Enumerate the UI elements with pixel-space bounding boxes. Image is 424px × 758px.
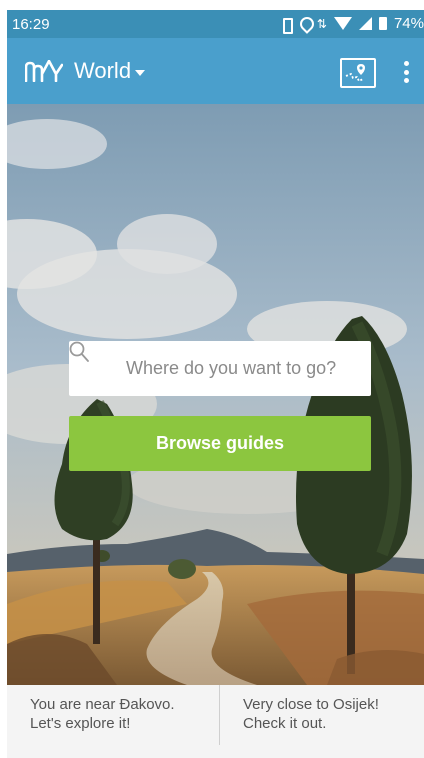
battery-percent: 74% bbox=[393, 15, 424, 32]
search-icon bbox=[69, 341, 89, 362]
suggestion-line2: Let's explore it! bbox=[30, 715, 131, 732]
signal-icon bbox=[358, 17, 372, 30]
app-screen: 16:29 ⇅ 74% World Where do you want to g… bbox=[7, 10, 424, 758]
search-placeholder: Where do you want to go? bbox=[126, 358, 337, 378]
app-bar: World bbox=[7, 38, 424, 104]
nearby-suggestion-dakovo[interactable]: You are near Đakovo. Let's explore it! bbox=[30, 695, 210, 733]
battery-icon bbox=[378, 17, 387, 30]
search-box[interactable]: Where do you want to go? bbox=[69, 341, 371, 396]
suggestion-line2: Check it out. bbox=[243, 715, 327, 732]
nearby-suggestion-osijek[interactable]: Very close to Osijek! Check it out. bbox=[243, 695, 421, 733]
app-title: World bbox=[74, 58, 132, 83]
location-selector[interactable]: World bbox=[74, 58, 146, 84]
vibrate-icon bbox=[279, 17, 293, 34]
map-icon bbox=[345, 64, 365, 83]
hero-landscape-image: Where do you want to go? Browse guides bbox=[7, 104, 424, 685]
divider bbox=[219, 685, 220, 745]
status-time: 16:29 bbox=[12, 16, 50, 33]
location-icon bbox=[300, 17, 310, 31]
browse-guides-button[interactable]: Browse guides bbox=[69, 416, 371, 471]
nearby-suggestions: You are near Đakovo. Let's explore it! V… bbox=[7, 685, 424, 758]
map-button[interactable] bbox=[340, 58, 376, 88]
chevron-down-icon bbox=[135, 70, 146, 76]
wifi-icon bbox=[333, 17, 352, 30]
suggestion-line1: Very close to Osijek! bbox=[243, 696, 379, 713]
data-arrows-icon: ⇅ bbox=[316, 16, 327, 31]
status-icons: ⇅ 74% bbox=[279, 15, 424, 34]
status-bar: 16:29 ⇅ 74% bbox=[7, 10, 424, 38]
suggestion-line1: You are near Đakovo. bbox=[30, 696, 175, 713]
more-vert-icon[interactable] bbox=[396, 58, 416, 86]
mountain-logo-icon bbox=[25, 60, 63, 82]
